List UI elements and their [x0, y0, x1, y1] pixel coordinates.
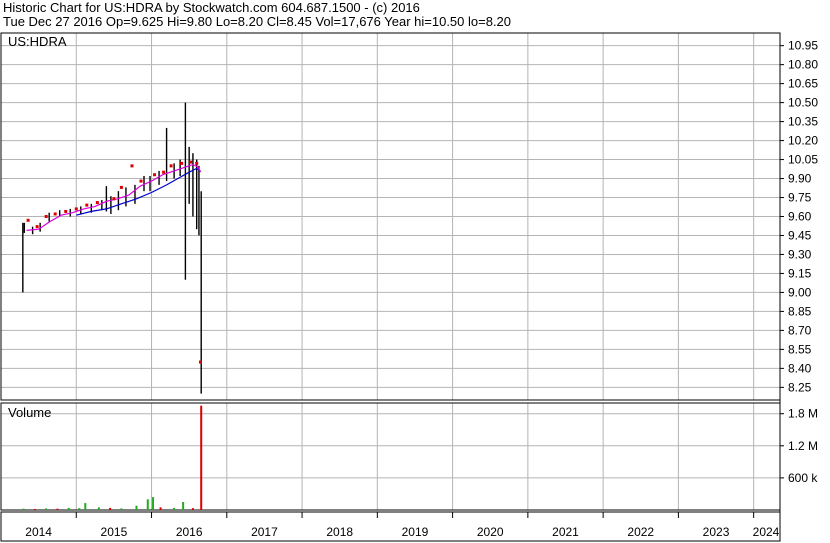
close-dot: [85, 203, 89, 207]
close-dot: [44, 215, 48, 218]
close-dot: [26, 218, 30, 222]
year-tick-label: 2024: [753, 525, 780, 539]
volume-bar: [109, 507, 112, 510]
price-tick-label: 8.85: [788, 304, 812, 318]
year-tick-label: 2020: [477, 525, 504, 539]
close-dot: [64, 209, 68, 213]
year-tick-label: 2018: [326, 525, 353, 539]
volume-panel: 1.8 M 1.2 M 600 k Volume: [0, 402, 818, 511]
price-tick-label: 10.50: [788, 96, 818, 110]
close-dot: [130, 164, 134, 168]
year-tick-label: 2017: [251, 525, 278, 539]
close-dot: [119, 185, 123, 189]
volume-bar: [152, 497, 155, 510]
price-tick-label: 8.40: [788, 361, 812, 375]
volume-bar: [182, 501, 185, 510]
close-dot: [180, 161, 184, 165]
close-dot: [112, 197, 116, 201]
volume-bar: [67, 507, 70, 510]
price-tick-label: 10.35: [788, 115, 818, 129]
volume-tick-label: 600 k: [788, 471, 818, 485]
price-tick-label: 10.80: [788, 58, 818, 72]
volume-bar: [45, 508, 48, 510]
volume-bar: [200, 405, 203, 510]
volume-tick-label: 1.2 M: [788, 439, 818, 453]
price-tick-label: 10.20: [788, 134, 818, 148]
volume-bar: [135, 505, 138, 510]
price-tick-label: 9.15: [788, 266, 812, 280]
volume-bar: [146, 499, 149, 510]
volume-tick-label: 1.8 M: [788, 407, 818, 421]
year-tick-label: 2015: [101, 525, 128, 539]
volume-bar: [120, 508, 123, 510]
volume-bar: [191, 508, 194, 510]
price-tick-label: 10.95: [788, 39, 818, 53]
moving-average-long: [76, 167, 201, 216]
close-dot: [74, 207, 78, 211]
close-dot: [169, 164, 173, 168]
year-tick-label: 2022: [627, 525, 654, 539]
price-tick-label: 8.55: [788, 342, 812, 356]
price-tick-label: 9.30: [788, 247, 812, 261]
close-dot: [95, 201, 99, 205]
close-dot: [195, 161, 199, 165]
price-tick-label: 10.65: [788, 77, 818, 91]
volume-bar: [84, 503, 87, 510]
volume-bar: [33, 508, 36, 510]
price-tick-label: 10.05: [788, 153, 818, 167]
year-axis: 2014 2015 2016 2017 2018 2019 2020 2021 2022 2023…: [0, 33, 781, 542]
volume-bar: [56, 508, 59, 510]
price-tick-label: 9.00: [788, 285, 812, 299]
stock-chart: 10.95 10.80 10.65 10.50 10.35 10.20 10.05 9.90 9…: [0, 32, 818, 542]
close-dot: [53, 212, 57, 216]
volume-frame: [0, 402, 781, 511]
volume-bar: [159, 507, 162, 510]
price-tick-label: 8.70: [788, 323, 812, 337]
close-dot: [162, 170, 166, 174]
price-panel-label: US:HDRA: [8, 34, 67, 49]
price-tick-label: 8.25: [788, 380, 812, 394]
year-tick-label: 2019: [402, 525, 429, 539]
volume-bar: [173, 507, 176, 510]
volume-panel-label: Volume: [8, 405, 51, 420]
volume-bar: [78, 508, 81, 510]
close-dot: [35, 225, 39, 229]
year-tick-label: 2021: [552, 525, 579, 539]
volume-bar: [97, 507, 100, 510]
price-tick-label: 9.60: [788, 210, 812, 224]
year-tick-label: 2016: [176, 525, 203, 539]
volume-bar: [22, 508, 25, 510]
year-tick-label: 2014: [25, 525, 52, 539]
price-tick-label: 9.75: [788, 191, 812, 205]
close-dot: [198, 360, 202, 364]
close-dot: [139, 179, 143, 183]
price-tick-label: 9.90: [788, 172, 812, 186]
close-dot: [189, 160, 193, 164]
close-dot: [153, 173, 157, 177]
price-panel: 10.95 10.80 10.65 10.50 10.35 10.20 10.05 9.90 9…: [0, 32, 818, 401]
price-tick-label: 9.45: [788, 228, 812, 242]
year-tick-label: 2023: [703, 525, 730, 539]
